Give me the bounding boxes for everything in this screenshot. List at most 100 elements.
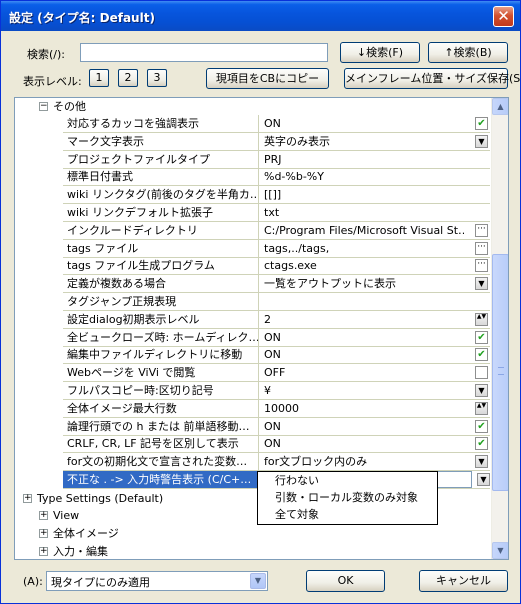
property-value[interactable]: tags,../tags,: [264, 240, 464, 257]
search-down-button[interactable]: ↓検索(F): [340, 42, 420, 63]
property-value[interactable]: ¥: [264, 382, 464, 399]
apply-scope-label: (A):: [23, 575, 43, 588]
property-name: フルパスコピー時:区切り記号: [63, 382, 259, 399]
save-frame-position-button[interactable]: メインフレーム位置・サイズ保存(S): [344, 68, 521, 89]
property-value[interactable]: 2: [264, 311, 464, 328]
property-value[interactable]: %d-%b-%Y: [264, 168, 464, 185]
dropdown-options-list[interactable]: 行わない 引数・ローカル変数のみ対象 全て対象: [257, 471, 438, 525]
property-row[interactable]: CRLF, CR, LF 記号を区別して表示 ON ✔: [63, 435, 490, 454]
scroll-thumb[interactable]: [492, 254, 508, 491]
expand-icon[interactable]: +: [23, 493, 32, 503]
property-name: 標準日付書式: [63, 168, 259, 186]
dropdown-arrow-icon[interactable]: ▼: [475, 384, 488, 397]
expand-icon[interactable]: +: [39, 546, 48, 556]
vertical-scrollbar[interactable]: ▲ ▼: [491, 98, 508, 559]
level-1-button[interactable]: 1: [89, 69, 109, 87]
property-value[interactable]: ON: [264, 329, 464, 346]
property-row[interactable]: wiki リンクデフォルト拡張子 txt: [63, 204, 490, 222]
property-name: wiki リンクタグ(前後のタグを半角カ…: [63, 186, 259, 204]
spinner-icon[interactable]: ▲▼: [475, 401, 488, 415]
spinner-icon[interactable]: ▲▼: [475, 312, 488, 326]
property-value[interactable]: PRJ: [264, 151, 464, 168]
checkbox-checked-icon[interactable]: ✔: [475, 330, 488, 344]
collapse-icon[interactable]: −: [39, 102, 48, 111]
checkbox-checked-icon[interactable]: ✔: [475, 419, 488, 433]
property-row[interactable]: wiki リンクタグ(前後のタグを半角カ… [[]]: [63, 186, 490, 205]
property-row[interactable]: Webページを ViVi で閲覧 OFF: [63, 364, 490, 383]
property-row[interactable]: 標準日付書式 %d-%b-%Y: [63, 168, 490, 187]
property-value[interactable]: C:/Program Files/Microsoft Visual St…: [264, 222, 464, 239]
tree-node-label: 入力・編集: [53, 544, 108, 558]
property-row[interactable]: 編集中ファイルディレクトリに移動 ON ✔: [63, 346, 490, 365]
checkbox-checked-icon[interactable]: ✔: [475, 437, 488, 451]
property-name: 定義が複数ある場合: [63, 275, 259, 293]
scroll-down-icon[interactable]: ▼: [492, 542, 508, 559]
browse-ellipsis-icon[interactable]: ···: [475, 241, 488, 255]
property-value[interactable]: 10000: [264, 400, 464, 417]
search-up-button[interactable]: ↑検索(B): [428, 42, 508, 63]
level-3-button[interactable]: 3: [147, 69, 167, 87]
display-level-label: 表示レベル:: [23, 75, 82, 88]
dropdown-arrow-icon[interactable]: ▼: [475, 277, 488, 291]
scroll-up-icon[interactable]: ▲: [492, 98, 508, 115]
property-value[interactable]: OFF: [264, 364, 464, 381]
ok-button[interactable]: OK: [306, 570, 385, 592]
browse-ellipsis-icon[interactable]: ···: [475, 223, 488, 237]
property-value[interactable]: 英字のみ表示: [264, 133, 464, 150]
expand-icon[interactable]: +: [39, 529, 48, 538]
search-input[interactable]: [80, 43, 328, 62]
property-row[interactable]: 論理行頭での h または 前単語移動… ON ✔: [63, 417, 490, 436]
property-row[interactable]: tags ファイル生成プログラム ctags.exe ···: [63, 257, 490, 276]
apply-scope-select[interactable]: 現タイプにのみ適用 ▼: [46, 571, 268, 591]
property-row[interactable]: 全体イメージ最大行数 10000 ▲▼: [63, 399, 490, 418]
cancel-button[interactable]: キャンセル: [419, 570, 508, 592]
dropdown-option[interactable]: 行わない: [258, 472, 437, 489]
property-value[interactable]: [264, 293, 464, 310]
property-value[interactable]: ctags.exe: [264, 257, 464, 274]
checkbox-checked-icon[interactable]: ✔: [475, 117, 488, 130]
property-row[interactable]: 設定dialog初期表示レベル 2 ▲▼: [63, 310, 490, 329]
property-name: 論理行頭での h または 前単語移動…: [63, 417, 259, 435]
property-row[interactable]: マーク文字表示 英字のみ表示 ▼: [63, 132, 490, 151]
property-row[interactable]: インクルードディレクトリ C:/Program Files/Microsoft V…: [63, 221, 490, 240]
property-row[interactable]: tags ファイル tags,../tags, ···: [63, 239, 490, 258]
close-icon[interactable]: ✕: [493, 6, 514, 27]
property-name: 不正な . -> 入力時警告表示 (C/C+…: [63, 471, 259, 488]
property-name: インクルードディレクトリ: [63, 221, 259, 239]
property-value[interactable]: ON: [264, 435, 464, 452]
property-name: プロジェクトファイルタイプ: [63, 150, 259, 168]
property-value[interactable]: [[]]: [264, 186, 464, 203]
browse-ellipsis-icon[interactable]: ···: [475, 259, 488, 273]
property-name: タグジャンプ正規表現: [63, 293, 259, 310]
checkbox-checked-icon[interactable]: ✔: [475, 348, 488, 362]
property-value[interactable]: txt: [264, 204, 464, 221]
window-title: 設定 (タイプ名: Default): [9, 11, 155, 25]
property-row[interactable]: フルパスコピー時:区切り記号 ¥ ▼: [63, 382, 490, 400]
property-value[interactable]: ON: [264, 346, 464, 363]
title-bar[interactable]: 設定 (タイプ名: Default) ✕: [1, 1, 520, 31]
level-2-button[interactable]: 2: [118, 69, 138, 87]
property-row[interactable]: 対応するカッコを強調表示 ON ✔: [63, 115, 490, 133]
property-name: tags ファイル: [63, 239, 259, 257]
expand-icon[interactable]: +: [39, 511, 48, 521]
property-value[interactable]: for文ブロック内のみ: [264, 453, 464, 470]
dropdown-arrow-icon[interactable]: ▼: [475, 455, 488, 469]
dropdown-option[interactable]: 引数・ローカル変数のみ対象: [258, 489, 437, 506]
property-name: Webページを ViVi で閲覧: [63, 364, 259, 382]
chevron-down-icon[interactable]: ▼: [250, 573, 266, 589]
settings-dialog: 設定 (タイプ名: Default) ✕ 検索(/): ↓検索(F) ↑検索(B…: [0, 0, 521, 604]
dropdown-option[interactable]: 全て対象: [258, 506, 437, 523]
property-row[interactable]: for文の初期化文で宣言された変数… for文ブロック内のみ ▼: [63, 453, 490, 472]
dropdown-arrow-icon[interactable]: ▼: [475, 134, 488, 148]
property-row[interactable]: 定義が複数ある場合 一覧をアウトプットに表示 ▼: [63, 275, 490, 294]
checkbox-unchecked-icon[interactable]: [475, 366, 488, 380]
property-name: 設定dialog初期表示レベル: [63, 310, 259, 328]
property-value[interactable]: ON: [264, 115, 464, 132]
property-value[interactable]: ON: [264, 418, 464, 435]
property-row[interactable]: タグジャンプ正規表現: [63, 293, 490, 311]
property-value[interactable]: 一覧をアウトプットに表示: [264, 275, 464, 292]
property-row[interactable]: プロジェクトファイルタイプ PRJ: [63, 150, 490, 169]
property-row[interactable]: 全ビュークローズ時: ホームディレク… ON ✔: [63, 328, 490, 347]
copy-to-clipboard-button[interactable]: 現項目をCBにコピー: [206, 68, 329, 89]
dropdown-arrow-icon[interactable]: ▼: [477, 473, 490, 486]
